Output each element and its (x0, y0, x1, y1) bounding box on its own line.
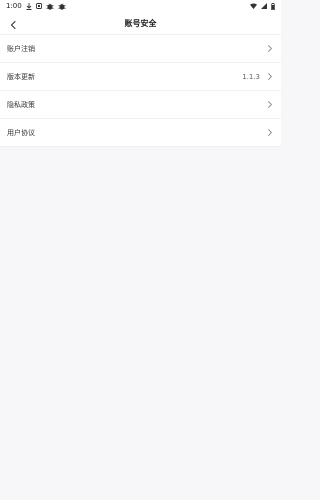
list-item-account-deletion[interactable]: 账户注销 (0, 35, 281, 63)
chevron-right-icon (266, 45, 274, 53)
status-bar: 1:00 (0, 0, 281, 12)
chevron-right-icon (266, 101, 274, 109)
back-button[interactable] (6, 16, 20, 30)
status-right (250, 2, 275, 10)
list-item-label: 用户协议 (7, 128, 35, 137)
battery-icon (271, 2, 275, 10)
list-item-version-update[interactable]: 版本更新 1.1.3 (0, 63, 281, 91)
list-item-label: 账户注销 (7, 44, 35, 53)
screen: 1:00 账号安全 账户注销 版本更新 1.1.3 隐私政策 用户协议 (0, 0, 281, 500)
list-item-label: 版本更新 (7, 72, 35, 81)
status-time: 1:00 (6, 2, 22, 10)
chevron-right-icon (266, 129, 274, 137)
chevron-right-icon (266, 73, 274, 81)
back-arrow-icon (10, 14, 16, 33)
header: 账号安全 (0, 12, 281, 35)
download-icon (26, 2, 32, 10)
list-item-label: 隐私政策 (7, 100, 35, 109)
status-left: 1:00 (6, 2, 66, 10)
version-value: 1.1.3 (242, 72, 260, 81)
notification-square-icon (35, 3, 42, 9)
bug-icon (46, 3, 54, 10)
settings-list: 账户注销 版本更新 1.1.3 隐私政策 用户协议 (0, 35, 281, 147)
list-item-privacy-policy[interactable]: 隐私政策 (0, 91, 281, 119)
signal-icon (261, 3, 267, 9)
list-item-user-agreement[interactable]: 用户协议 (0, 119, 281, 147)
wifi-icon (250, 3, 257, 9)
page-title: 账号安全 (124, 18, 157, 28)
bug-icon (58, 3, 66, 10)
